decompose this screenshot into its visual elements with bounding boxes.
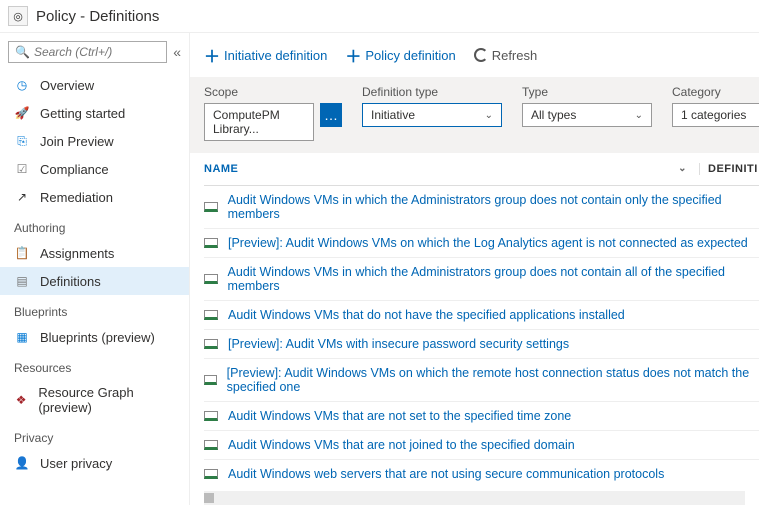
type-label: Type — [522, 85, 652, 99]
sidebar-item-label: Remediation — [40, 190, 113, 205]
sidebar-item-label: Assignments — [40, 246, 114, 261]
sidebar-item-label: Compliance — [40, 162, 109, 177]
nav-group-blueprints: Blueprints — [0, 295, 189, 323]
sidebar-item-label: Blueprints (preview) — [40, 330, 155, 345]
column-name[interactable]: NAME ⌄ — [204, 163, 699, 175]
definition-link[interactable]: [Preview]: Audit Windows VMs on which th… — [227, 366, 759, 394]
chevron-down-icon: ⌄ — [635, 110, 643, 121]
sidebar-item-label: Overview — [40, 78, 94, 93]
sidebar-item-overview[interactable]: ◷ Overview — [0, 71, 189, 99]
definition-link[interactable]: Audit Windows VMs in which the Administr… — [228, 265, 759, 293]
definition-link[interactable]: Audit Windows VMs that do not have the s… — [228, 308, 625, 322]
definition-link[interactable]: Audit Windows VMs that are not joined to… — [228, 438, 575, 452]
page-header: ◎ Policy - Definitions — [0, 0, 759, 33]
privacy-icon: 👤 — [14, 455, 30, 471]
sidebar-item-definitions[interactable]: ▤ Definitions — [0, 267, 189, 295]
sidebar: 🔍 « ◷ Overview 🚀 Getting started ⎘ Join Previ… — [0, 33, 190, 505]
policy-icon: ◎ — [8, 6, 28, 26]
collapse-sidebar-icon[interactable]: « — [173, 44, 181, 60]
chevron-down-icon: ⌄ — [485, 110, 493, 121]
compliance-icon: ☑ — [14, 161, 30, 177]
definition-link[interactable]: [Preview]: Audit Windows VMs on which th… — [228, 236, 748, 250]
table-row[interactable]: [Preview]: Audit Windows VMs on which th… — [204, 229, 759, 258]
nav-group-resources: Resources — [0, 351, 189, 379]
definition-link[interactable]: Audit Windows VMs that are not set to th… — [228, 409, 571, 423]
policy-definition-button[interactable]: ＋ Policy definition — [345, 43, 455, 67]
plus-icon: ＋ — [204, 43, 220, 67]
initiative-definition-button[interactable]: ＋ Initiative definition — [204, 43, 327, 67]
page-title: Policy - Definitions — [36, 8, 159, 25]
filter-bar: Scope ComputePM Library... … Definition … — [190, 77, 759, 153]
scope-label: Scope — [204, 85, 342, 99]
initiative-icon — [204, 202, 218, 212]
search-input[interactable]: 🔍 — [8, 41, 167, 63]
initiative-icon — [204, 440, 218, 450]
column-definition[interactable]: DEFINITI — [699, 163, 759, 175]
sidebar-item-label: Definitions — [40, 274, 101, 289]
sidebar-item-label: Resource Graph (preview) — [38, 385, 175, 415]
rocket-icon: 🚀 — [14, 105, 30, 121]
refresh-icon — [474, 48, 488, 62]
sidebar-item-user-privacy[interactable]: 👤 User privacy — [0, 449, 189, 477]
initiative-icon — [204, 375, 217, 385]
scope-picker-button[interactable]: … — [320, 103, 342, 127]
table-row[interactable]: Audit Windows VMs that do not have the s… — [204, 301, 759, 330]
horizontal-scrollbar[interactable] — [204, 491, 745, 505]
table-row[interactable]: [Preview]: Audit Windows VMs on which th… — [204, 359, 759, 402]
category-label: Category — [672, 85, 759, 99]
deftype-label: Definition type — [362, 85, 502, 99]
sidebar-item-join-preview[interactable]: ⎘ Join Preview — [0, 127, 189, 155]
sort-chevron-icon: ⌄ — [678, 163, 687, 175]
definitions-table: NAME ⌄ DEFINITI Audit Windows VMs in whi… — [190, 153, 759, 487]
initiative-icon — [204, 469, 218, 479]
assignments-icon: 📋 — [14, 245, 30, 261]
blueprints-icon: ▦ — [14, 329, 30, 345]
deftype-select[interactable]: Initiative ⌄ — [362, 103, 502, 127]
definition-link[interactable]: Audit Windows VMs in which the Administr… — [228, 193, 759, 221]
definition-link[interactable]: Audit Windows web servers that are not u… — [228, 467, 664, 481]
sidebar-item-remediation[interactable]: ↗ Remediation — [0, 183, 189, 211]
table-row[interactable]: Audit Windows VMs that are not set to th… — [204, 402, 759, 431]
remediation-icon: ↗ — [14, 189, 30, 205]
sidebar-item-compliance[interactable]: ☑ Compliance — [0, 155, 189, 183]
sidebar-item-assignments[interactable]: 📋 Assignments — [0, 239, 189, 267]
definition-link[interactable]: [Preview]: Audit VMs with insecure passw… — [228, 337, 569, 351]
scope-select[interactable]: ComputePM Library... — [204, 103, 314, 141]
main-content: ＋ Initiative definition ＋ Policy definit… — [190, 33, 759, 505]
nav-group-privacy: Privacy — [0, 421, 189, 449]
initiative-icon — [204, 411, 218, 421]
initiative-icon — [204, 274, 218, 284]
table-row[interactable]: Audit Windows VMs in which the Administr… — [204, 186, 759, 229]
sidebar-item-label: User privacy — [40, 456, 112, 471]
type-select[interactable]: All types ⌄ — [522, 103, 652, 127]
scrollbar-thumb[interactable] — [204, 493, 214, 503]
sidebar-item-getting-started[interactable]: 🚀 Getting started — [0, 99, 189, 127]
table-row[interactable]: [Preview]: Audit VMs with insecure passw… — [204, 330, 759, 359]
plus-icon: ＋ — [345, 43, 361, 67]
sidebar-item-label: Join Preview — [40, 134, 114, 149]
initiative-icon — [204, 339, 218, 349]
definitions-icon: ▤ — [14, 273, 30, 289]
initiative-icon — [204, 238, 218, 248]
toolbar: ＋ Initiative definition ＋ Policy definit… — [190, 33, 759, 77]
search-field[interactable] — [34, 45, 160, 59]
sidebar-item-blueprints-preview-[interactable]: ▦ Blueprints (preview) — [0, 323, 189, 351]
overview-icon: ◷ — [14, 77, 30, 93]
initiative-icon — [204, 310, 218, 320]
join-icon: ⎘ — [14, 133, 30, 149]
sidebar-item-label: Getting started — [40, 106, 125, 121]
sidebar-item-resource-graph-preview-[interactable]: ❖ Resource Graph (preview) — [0, 379, 189, 421]
refresh-button[interactable]: Refresh — [474, 48, 538, 63]
search-icon: 🔍 — [15, 45, 30, 59]
table-row[interactable]: Audit Windows web servers that are not u… — [204, 460, 759, 487]
nav-group-authoring: Authoring — [0, 211, 189, 239]
category-select[interactable]: 1 categories — [672, 103, 759, 127]
table-row[interactable]: Audit Windows VMs in which the Administr… — [204, 258, 759, 301]
resource-graph-icon: ❖ — [14, 392, 28, 408]
table-row[interactable]: Audit Windows VMs that are not joined to… — [204, 431, 759, 460]
